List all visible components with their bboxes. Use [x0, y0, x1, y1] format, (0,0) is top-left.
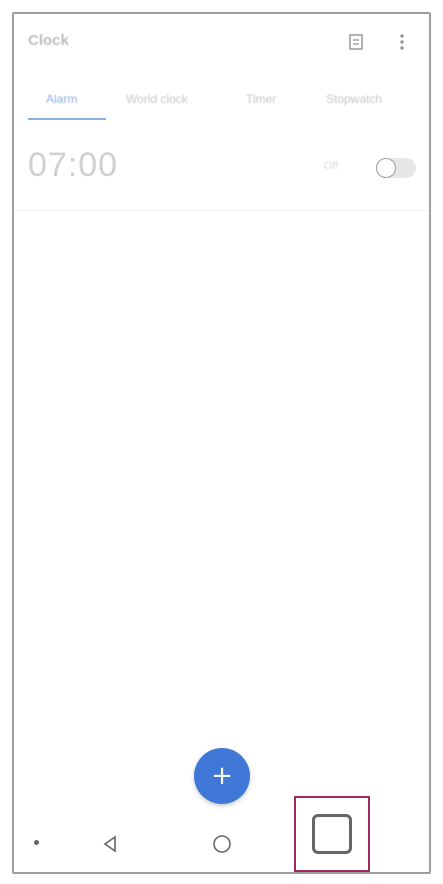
- back-icon[interactable]: [94, 828, 126, 860]
- home-icon[interactable]: [206, 828, 238, 860]
- tab-bar: Alarm World clock Timer Stopwatch: [14, 82, 429, 122]
- nav-dot-icon: [34, 840, 39, 845]
- tab-timer[interactable]: Timer: [246, 92, 276, 106]
- edit-icon[interactable]: [344, 30, 368, 54]
- tab-world-clock[interactable]: World clock: [126, 92, 188, 106]
- add-alarm-button[interactable]: +: [194, 748, 250, 804]
- active-tab-indicator: [28, 118, 106, 120]
- app-bar: Clock: [14, 14, 429, 72]
- alarm-item[interactable]: 07:00 Off: [14, 140, 429, 211]
- alarm-time: 07:00: [28, 146, 119, 184]
- phone-frame: Clock Alarm World clock Timer Stopwatch …: [12, 12, 431, 874]
- alarm-status: Off: [324, 160, 339, 172]
- alarm-toggle[interactable]: [376, 158, 416, 178]
- recents-button-highlight[interactable]: [294, 796, 370, 872]
- app-title: Clock: [28, 32, 69, 49]
- tab-alarm[interactable]: Alarm: [46, 92, 77, 106]
- more-options-icon[interactable]: [390, 30, 414, 54]
- toggle-knob: [376, 158, 396, 178]
- tab-stopwatch[interactable]: Stopwatch: [326, 92, 382, 106]
- recents-icon: [312, 814, 352, 854]
